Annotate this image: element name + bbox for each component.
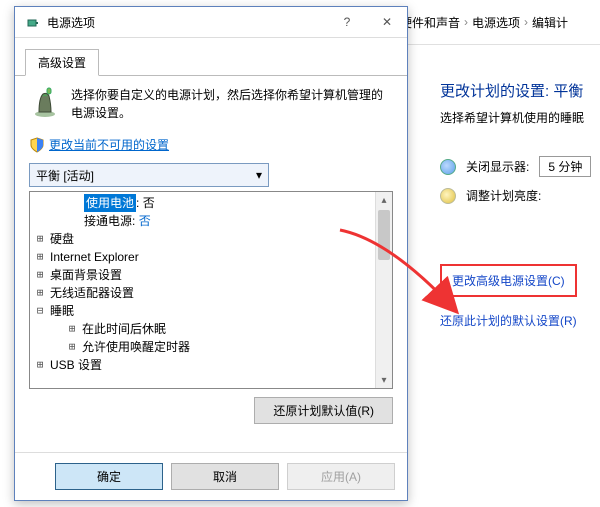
expand-icon[interactable]: ⊞ xyxy=(34,230,46,248)
tree-sleep[interactable]: 睡眠 xyxy=(50,302,74,320)
tree-use-battery-value: 否 xyxy=(143,196,155,210)
cancel-button[interactable]: 取消 xyxy=(171,463,279,490)
tree-disk[interactable]: 硬盘 xyxy=(50,230,74,248)
shield-icon xyxy=(29,137,45,153)
power-plan-icon xyxy=(29,86,61,118)
tree-use-battery-label[interactable]: 使用电池 xyxy=(84,194,136,212)
expand-icon[interactable]: ⊞ xyxy=(34,248,46,266)
breadcrumb-hw[interactable]: 硬件和声音 xyxy=(400,14,460,31)
tree-wifi[interactable]: 无线适配器设置 xyxy=(50,284,134,302)
advanced-power-link[interactable]: 更改高级电源设置(C) xyxy=(452,274,565,288)
chevron-down-icon: ▾ xyxy=(256,168,262,182)
tree-wake-timer[interactable]: 允许使用唤醒定时器 xyxy=(82,338,190,356)
power-options-dialog: 电源选项 ? ✕ 高级设置 选择你要自定义的电源计划，然后选择你希望计算机管理的… xyxy=(14,6,408,501)
tree-sleep-after[interactable]: 在此时间后休眠 xyxy=(82,320,166,338)
display-off-select[interactable]: 5 分钟 xyxy=(539,156,591,177)
apply-button: 应用(A) xyxy=(287,463,395,490)
restore-defaults-button[interactable]: 还原计划默认值(R) xyxy=(254,397,393,424)
expand-icon[interactable]: ⊞ xyxy=(66,338,78,356)
ok-button[interactable]: 确定 xyxy=(55,463,163,490)
expand-icon[interactable]: ⊞ xyxy=(66,320,78,338)
scroll-down-icon[interactable]: ▾ xyxy=(376,372,392,388)
breadcrumb-sep: › xyxy=(524,15,528,29)
page-title: 更改计划的设置: 平衡 xyxy=(440,80,600,101)
settings-tree[interactable]: 使用电池: 否 接通电源: 否 ⊞硬盘 ⊞Internet Explorer ⊞… xyxy=(30,192,392,376)
help-button[interactable]: ? xyxy=(327,7,367,37)
close-button[interactable]: ✕ xyxy=(367,7,407,37)
tree-usb[interactable]: USB 设置 xyxy=(50,356,102,374)
plan-dropdown-value: 平衡 [活动] xyxy=(36,167,94,184)
tree-ie[interactable]: Internet Explorer xyxy=(50,248,139,266)
tab-advanced[interactable]: 高级设置 xyxy=(25,49,99,76)
advanced-link-highlight: 更改高级电源设置(C) xyxy=(440,264,577,297)
tree-ac-value[interactable]: 否 xyxy=(139,214,151,228)
breadcrumb-edit[interactable]: 编辑计 xyxy=(532,14,568,31)
page-subtitle: 选择希望计算机使用的睡眠 xyxy=(440,109,600,126)
tree-desktop-bg[interactable]: 桌面背景设置 xyxy=(50,266,122,284)
scroll-up-icon[interactable]: ▴ xyxy=(376,192,392,208)
brightness-label: 调整计划亮度: xyxy=(466,187,541,204)
change-unavailable-link[interactable]: 更改当前不可用的设置 xyxy=(49,136,169,153)
display-off-label: 关闭显示器: xyxy=(466,158,529,175)
restore-plan-link[interactable]: 还原此计划的默认设置(R) xyxy=(440,314,577,328)
breadcrumb-sep: › xyxy=(464,15,468,29)
collapse-icon[interactable]: ⊟ xyxy=(34,302,46,320)
scroll-thumb[interactable] xyxy=(378,210,390,260)
dialog-title: 电源选项 xyxy=(47,14,327,31)
breadcrumb-power[interactable]: 电源选项 xyxy=(472,14,520,31)
dialog-description: 选择你要自定义的电源计划，然后选择你希望计算机管理的电源设置。 xyxy=(71,86,393,122)
plan-dropdown[interactable]: 平衡 [活动] ▾ xyxy=(29,163,269,187)
tree-scrollbar[interactable]: ▴ ▾ xyxy=(375,192,392,388)
tree-ac-label: 接通电源: xyxy=(84,214,135,228)
expand-icon[interactable]: ⊞ xyxy=(34,356,46,374)
app-icon xyxy=(25,14,41,30)
expand-icon[interactable]: ⊞ xyxy=(34,284,46,302)
expand-icon[interactable]: ⊞ xyxy=(34,266,46,284)
brightness-icon xyxy=(440,188,456,204)
display-off-icon xyxy=(440,159,456,175)
